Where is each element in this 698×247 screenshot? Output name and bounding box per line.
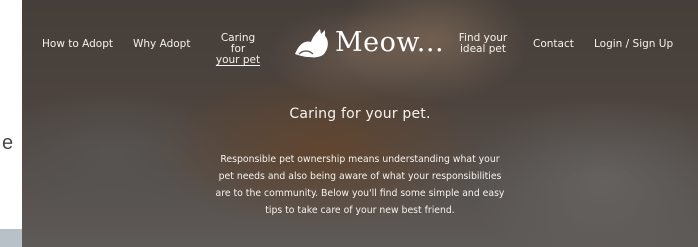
nav-find-line2: ideal pet [460, 43, 506, 55]
partial-text: e [2, 132, 14, 154]
left-page-strip: e [0, 0, 22, 247]
hero-body-line: Responsible pet ownership means understa… [220, 154, 500, 165]
left-bottom-bar [0, 229, 22, 247]
nav-caring-line2: your pet [215, 54, 261, 66]
nav-contact[interactable]: Contact [533, 38, 574, 50]
hero-body-line: are to the community. Below you'll find … [215, 188, 505, 199]
nav-why-adopt[interactable]: Why Adopt [133, 38, 190, 50]
logo-wordmark: Meow... [335, 26, 445, 58]
nav-caring-for-your-pet[interactable]: Caring for your pet [213, 33, 263, 66]
hero-heading: Caring for your pet. [289, 106, 431, 122]
hero-body-text: Responsible pet ownership means understa… [22, 151, 698, 219]
hero-body-line: pet needs and also being aware of what y… [218, 171, 502, 182]
nav-login-sign-up[interactable]: Login / Sign Up [594, 38, 673, 50]
nav-caring-line1: Caring for [220, 32, 256, 55]
cat-icon [295, 29, 328, 58]
hero-banner: How to Adopt Why Adopt Caring for your p… [22, 0, 698, 247]
nav-how-to-adopt[interactable]: How to Adopt [42, 38, 113, 50]
nav-find-your-ideal-pet[interactable]: Find your ideal pet [457, 33, 509, 55]
site-logo[interactable]: Meow... [293, 24, 444, 60]
hero-body-line: tips to take care of your new best frien… [265, 205, 455, 216]
